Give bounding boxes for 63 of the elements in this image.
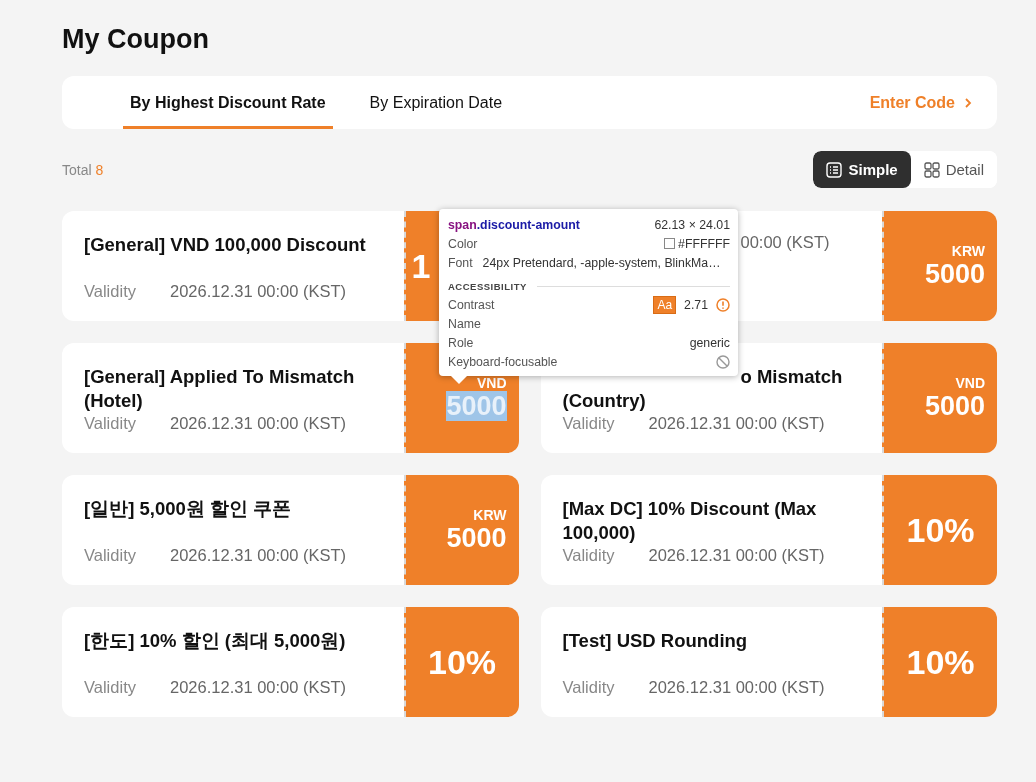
coupon-card[interactable]: [일반] 5,000원 할인 쿠폰 Validity 2026.12.31 00:00 (KST) (62, 475, 404, 585)
coupon-title: [General] Applied To Mismatch (Hotel) (84, 365, 356, 413)
contrast-value: 2.71 (684, 297, 708, 312)
list-icon (826, 161, 843, 178)
element-selector: span.discount-amount (448, 217, 580, 232)
validity-label: Validity (84, 282, 137, 301)
coupon-title: [Max DC] 10% Discount (Max 100,000) (562, 497, 818, 545)
property-label: Color (448, 236, 478, 251)
discount-amount: 5000 (924, 259, 985, 289)
validity-label: Validity (84, 414, 137, 433)
discount-amount: 5000 (446, 391, 507, 421)
coupon-card[interactable]: [General] Applied To Mismatch (Hotel) Validity 2026.12.31 00:00 (KST) (62, 343, 404, 453)
total-count: 8 (95, 161, 104, 178)
validity-label: Validity (84, 678, 137, 697)
color-value: #FFFFFF (664, 236, 730, 251)
validity-date: 2026.12.31 00:00 (KST) (648, 414, 825, 432)
coupon-title: [한도] 10% 할인 (최대 5,000원) (84, 629, 347, 653)
coupon-card[interactable]: [Test] USD Rounding Validity 2026.12.31 00:00 (KST) (540, 607, 882, 717)
not-allowed-icon (716, 355, 730, 370)
discount-amount: 5000 (446, 523, 507, 553)
chevron-right-icon (963, 96, 973, 109)
property-label: Name (448, 316, 481, 331)
section-heading: ACCESSIBILITY (448, 280, 527, 292)
validity-label: Validity (562, 414, 616, 433)
property-label: Role (448, 336, 474, 351)
currency-label: KRW (951, 243, 985, 259)
coupon-title: [일반] 5,000원 할인 쿠폰 (84, 497, 293, 521)
validity-date: 2026.12.31 00:00 (KST) (170, 546, 347, 564)
coupon-card[interactable]: [General] VND 100,000 Discount Validity 2026.12.31 00:00 (KST) (62, 211, 404, 321)
page-title: My Coupon (62, 23, 210, 56)
currency-label: VND (955, 375, 985, 391)
view-button[interactable]: Simple (813, 151, 911, 188)
currency-label: KRW (473, 507, 507, 523)
discount-amount: 10% (906, 510, 975, 550)
validity-date: 2026.12.31 00:00 (KST) (170, 282, 347, 300)
discount-amount: 5000 (924, 391, 985, 421)
sort-tab[interactable]: By Highest Discount Rate (123, 76, 333, 129)
element-size: 62.13 × 24.01 (654, 217, 730, 232)
sort-tab[interactable]: By Expiration Date (362, 76, 510, 129)
coupon-card[interactable]: [Max DC] 10% Discount (Max 100,000) Validity 2026.12.31 00:00 (KST) (540, 475, 882, 585)
validity-date: 2026.12.31 00:00 (KST) (648, 546, 825, 564)
coupon-title: o Mismatch (Country) (562, 365, 844, 413)
coupon-title: [General] VND 100,000 Discount (84, 233, 367, 257)
validity-date: 2026.12.31 00:00 (KST) (170, 414, 347, 432)
property-label: Font (448, 256, 473, 271)
contrast-badge: Aa (653, 295, 677, 314)
property-value: 24px Pretendard, -apple-system, BlinkMa… (482, 256, 721, 271)
validity-label: Validity (84, 546, 137, 565)
discount-amount: 10% (427, 642, 497, 682)
validity-date: 2026.12.31 00:00 (KST) (170, 678, 347, 696)
validity-label: Validity (562, 546, 616, 565)
property-label: Contrast (448, 297, 495, 312)
validity-date: 00:00 (KST) (740, 233, 830, 251)
discount-amount: 10% (906, 642, 975, 682)
currency-label: VND (476, 375, 507, 391)
coupon-title: [Test] USD Rounding (562, 629, 749, 653)
coupon-card[interactable]: [한도] 10% 할인 (최대 5,000원) Validity 2026.12.31 00:00 (KST) (62, 607, 404, 717)
total-label: Total (62, 161, 92, 178)
validity-label: Validity (562, 678, 616, 697)
discount-amount: 1 (411, 246, 431, 286)
warning-icon (716, 297, 730, 312)
validity-date: 2026.12.31 00:00 (KST) (648, 678, 825, 696)
grid-icon (923, 161, 940, 178)
